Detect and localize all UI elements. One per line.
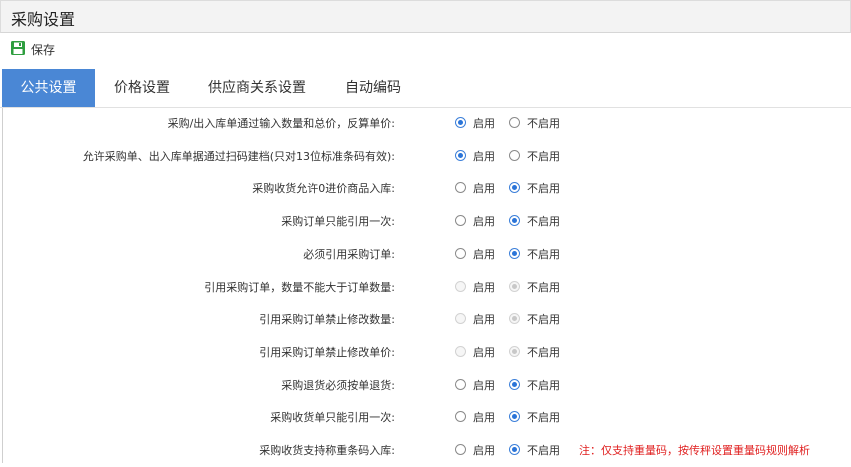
enable-option-label[interactable]: 启用 <box>473 115 495 131</box>
tab-public-settings[interactable]: 公共设置 <box>2 69 95 107</box>
setting-row: 采购/出入库单通过输入数量和总价，反算单价: 启用 不启用 <box>0 107 851 140</box>
setting-row: 采购订单只能引用一次: 启用 不启用 <box>0 205 851 238</box>
enable-option-label: 启用 <box>473 280 495 294</box>
enable-radio <box>455 280 466 292</box>
setting-row: 采购退货必须按单退货: 启用 不启用 <box>0 369 851 402</box>
disable-radio[interactable] <box>509 182 520 194</box>
enable-radio[interactable] <box>455 411 466 423</box>
enable-radio[interactable] <box>455 149 466 161</box>
enable-radio <box>455 313 466 325</box>
disable-radio[interactable] <box>509 444 520 455</box>
setting-row: 采购收货允许0进价商品入库: 启用 不启用 <box>0 172 851 205</box>
setting-row: 采购收货单只能引用一次: 启用 不启用 <box>0 401 851 434</box>
enable-radio <box>455 345 466 357</box>
disable-radio <box>509 280 520 292</box>
enable-radio[interactable] <box>455 378 466 390</box>
disable-option-label[interactable]: 不启用 <box>527 442 560 458</box>
enable-option-label: 启用 <box>473 313 495 327</box>
disable-radio <box>509 345 520 357</box>
setting-row: 允许采购单、出入库单据通过扫码建档(只对13位标准条码有效): 启用 不启用 <box>0 140 851 173</box>
disable-option-label: 不启用 <box>527 313 560 327</box>
disable-radio[interactable] <box>509 247 520 259</box>
weight-barcode-note: 注：仅支持重量码，按传秤设置重量码规则解析 <box>579 444 810 457</box>
setting-label: 采购收货支持称重条码入库: <box>259 444 395 457</box>
save-disk-icon <box>10 40 31 59</box>
enable-radio[interactable] <box>455 182 466 194</box>
enable-radio[interactable] <box>455 444 466 455</box>
setting-label: 采购退货必须按单退货: <box>281 378 395 392</box>
enable-option-label[interactable]: 启用 <box>473 148 495 164</box>
disable-option-label[interactable]: 不启用 <box>527 213 560 229</box>
tab-supplier-relation-settings[interactable]: 供应商关系设置 <box>196 69 318 107</box>
disable-option-label: 不启用 <box>527 280 560 294</box>
enable-radio[interactable] <box>455 215 466 227</box>
disable-option-label[interactable]: 不启用 <box>527 246 560 262</box>
disable-radio[interactable] <box>509 117 520 128</box>
disable-option-label: 不启用 <box>527 345 560 359</box>
setting-label: 引用采购订单禁止修改数量: <box>259 313 395 327</box>
setting-label: 引用采购订单禁止修改单价: <box>259 345 395 359</box>
disable-option-label[interactable]: 不启用 <box>527 180 560 196</box>
enable-option-label[interactable]: 启用 <box>473 442 495 458</box>
setting-label: 必须引用采购订单: <box>303 247 395 261</box>
disable-option-label[interactable]: 不启用 <box>527 115 560 131</box>
disable-radio[interactable] <box>509 149 520 161</box>
setting-row: 必须引用采购订单: 启用 不启用 <box>0 238 851 271</box>
setting-label: 采购订单只能引用一次: <box>281 215 395 229</box>
setting-row: 采购收货支持称重条码入库: 启用 不启用 注：仅支持重量码，按传秤设置重量码规则解析 <box>0 434 851 467</box>
setting-row: 引用采购订单禁止修改数量: 启用 不启用 <box>0 303 851 336</box>
save-button[interactable]: 保存 <box>10 39 55 59</box>
enable-option-label[interactable]: 启用 <box>473 180 495 196</box>
enable-option-label[interactable]: 启用 <box>473 213 495 229</box>
tab-price-settings[interactable]: 价格设置 <box>104 69 180 107</box>
page-title: 采购设置 <box>11 10 76 29</box>
disable-option-label[interactable]: 不启用 <box>527 148 560 164</box>
enable-option-label: 启用 <box>473 345 495 359</box>
disable-radio[interactable] <box>509 411 520 423</box>
disable-radio[interactable] <box>509 378 520 390</box>
enable-radio[interactable] <box>455 247 466 259</box>
setting-label: 引用采购订单，数量不能大于订单数量: <box>204 280 395 294</box>
tab-auto-coding[interactable]: 自动编码 <box>334 69 412 107</box>
enable-radio[interactable] <box>455 117 466 128</box>
disable-radio[interactable] <box>509 215 520 227</box>
enable-option-label[interactable]: 启用 <box>473 409 495 425</box>
enable-option-label[interactable]: 启用 <box>473 246 495 262</box>
setting-label: 允许采购单、出入库单据通过扫码建档(只对13位标准条码有效): <box>82 149 395 163</box>
disable-radio <box>509 313 520 325</box>
tab-bar: 公共设置 价格设置 供应商关系设置 自动编码 <box>0 69 851 108</box>
setting-label: 采购/出入库单通过输入数量和总价，反算单价: <box>167 117 395 130</box>
disable-option-label[interactable]: 不启用 <box>527 409 560 425</box>
setting-label: 采购收货允许0进价商品入库: <box>252 182 395 196</box>
setting-label: 采购收货单只能引用一次: <box>270 411 395 425</box>
setting-row: 引用采购订单，数量不能大于订单数量: 启用 不启用 <box>0 271 851 304</box>
disable-option-label[interactable]: 不启用 <box>527 377 560 393</box>
setting-row: 引用采购订单禁止修改单价: 启用 不启用 <box>0 336 851 369</box>
title-bar: 采购设置 <box>0 0 851 33</box>
enable-option-label[interactable]: 启用 <box>473 377 495 393</box>
toolbar: 保存 <box>0 32 851 68</box>
save-button-label: 保存 <box>31 42 56 57</box>
